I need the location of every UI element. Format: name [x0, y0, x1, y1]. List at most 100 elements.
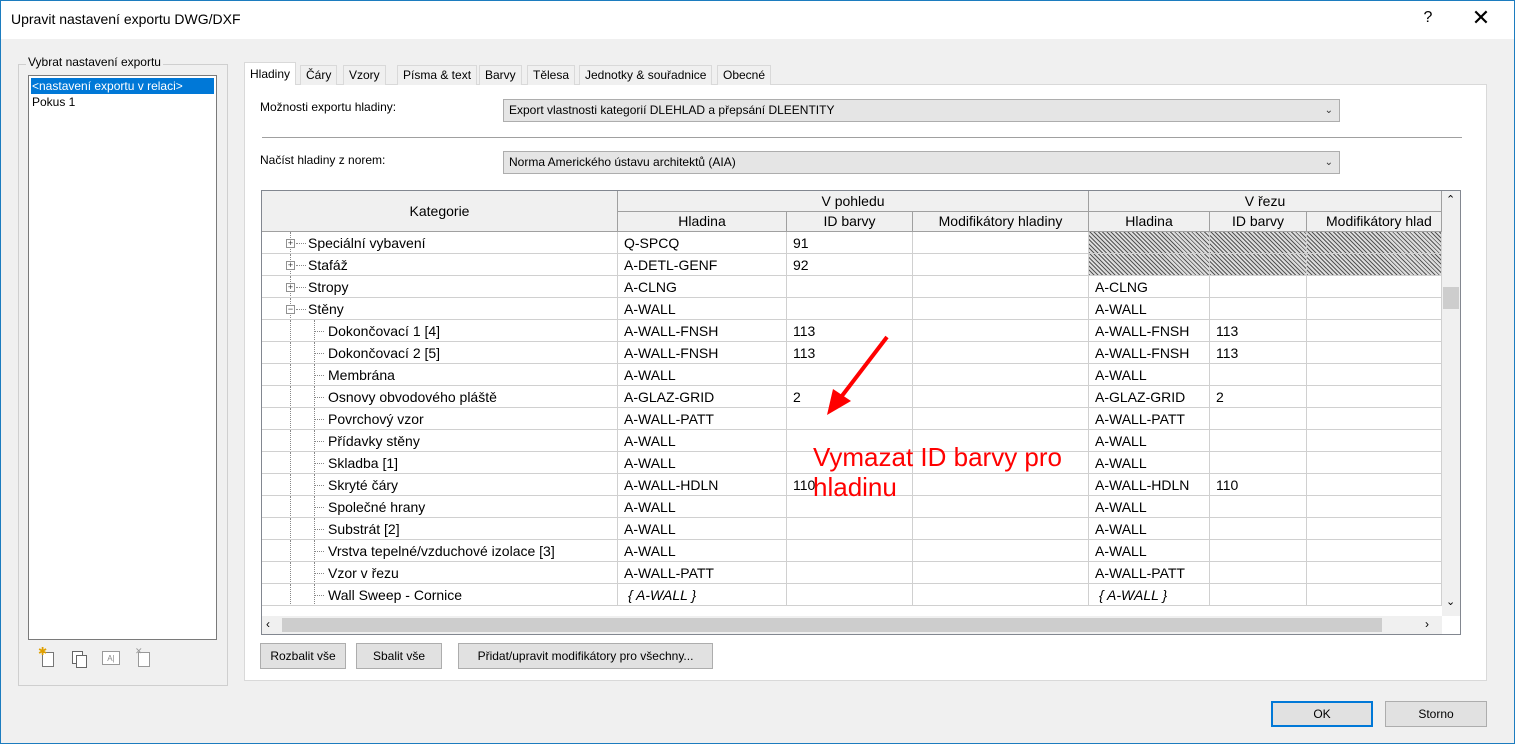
cut-modifiers-cell[interactable]	[1307, 298, 1442, 320]
cut-modifiers-cell[interactable]	[1307, 518, 1442, 540]
cut-color-id-cell[interactable]: 110	[1210, 474, 1307, 496]
cut-layer-cell[interactable]	[1089, 232, 1210, 254]
tab-general[interactable]: Obecné	[717, 65, 772, 85]
load-layers-select[interactable]: Norma Amerického ústavu architektů (AIA)…	[503, 151, 1340, 174]
view-modifiers-cell[interactable]	[913, 562, 1089, 584]
cut-modifiers-cell[interactable]	[1307, 232, 1442, 254]
cut-modifiers-cell[interactable]	[1307, 562, 1442, 584]
cut-layer-cell[interactable]: A-WALL	[1089, 364, 1210, 386]
scroll-right-icon[interactable]: ›	[1425, 617, 1429, 631]
close-icon[interactable]: ✕	[1471, 5, 1491, 31]
table-row[interactable]: Vzor v řezu A-WALL-PATT A-WALL-PATT	[262, 562, 1442, 584]
cut-layer-cell[interactable]: A-WALL-FNSH	[1089, 342, 1210, 364]
header-cut-color-id[interactable]: ID barvy	[1210, 212, 1307, 232]
cut-layer-cell[interactable]: A-WALL	[1089, 540, 1210, 562]
table-row[interactable]: + Stafáž A-DETL-GENF 92	[262, 254, 1442, 276]
view-modifiers-cell[interactable]	[913, 386, 1089, 408]
expand-icon[interactable]: +	[286, 283, 295, 292]
cut-modifiers-cell[interactable]	[1307, 452, 1442, 474]
header-cut-layer[interactable]: Hladina	[1089, 212, 1210, 232]
help-icon[interactable]: ?	[1421, 9, 1435, 27]
cut-modifiers-cell[interactable]	[1307, 584, 1442, 606]
table-row[interactable]: + Stropy A-CLNG A-CLNG	[262, 276, 1442, 298]
cut-modifiers-cell[interactable]	[1307, 496, 1442, 518]
view-layer-cell[interactable]: A-WALL	[618, 452, 787, 474]
view-layer-cell[interactable]: A-CLNG	[618, 276, 787, 298]
view-layer-cell[interactable]: A-WALL	[618, 430, 787, 452]
cut-layer-cell[interactable]: A-WALL-FNSH	[1089, 320, 1210, 342]
table-row[interactable]: − Stěny A-WALL A-WALL	[262, 298, 1442, 320]
cut-color-id-cell[interactable]	[1210, 540, 1307, 562]
view-color-id-cell[interactable]	[787, 518, 913, 540]
cut-color-id-cell[interactable]	[1210, 562, 1307, 584]
list-item[interactable]: Pokus 1	[29, 94, 216, 110]
cut-color-id-cell[interactable]: 113	[1210, 320, 1307, 342]
cut-modifiers-cell[interactable]	[1307, 254, 1442, 276]
tab-fonts-text[interactable]: Písma & text	[397, 65, 478, 85]
header-view-color-id[interactable]: ID barvy	[787, 212, 913, 232]
modifiers-all-button[interactable]: Přidat/upravit modifikátory pro všechny.…	[458, 643, 713, 669]
cut-layer-cell[interactable]: A-CLNG	[1089, 276, 1210, 298]
cut-modifiers-cell[interactable]	[1307, 474, 1442, 496]
cancel-button[interactable]: Storno	[1385, 701, 1487, 727]
cut-color-id-cell[interactable]: 2	[1210, 386, 1307, 408]
ok-button[interactable]: OK	[1271, 701, 1373, 727]
view-modifiers-cell[interactable]	[913, 408, 1089, 430]
layer-options-select[interactable]: Export vlastnosti kategorií DLEHLAD a př…	[503, 99, 1340, 122]
cut-color-id-cell[interactable]	[1210, 518, 1307, 540]
view-layer-cell[interactable]: A-WALL-PATT	[618, 408, 787, 430]
view-color-id-cell[interactable]: 91	[787, 232, 913, 254]
cut-modifiers-cell[interactable]	[1307, 408, 1442, 430]
tab-layers[interactable]: Hladiny	[244, 62, 297, 85]
rename-setup-icon[interactable]: A|	[102, 651, 120, 665]
cut-color-id-cell[interactable]	[1210, 254, 1307, 276]
header-view-modifiers[interactable]: Modifikátory hladiny	[913, 212, 1089, 232]
cut-color-id-cell[interactable]: 113	[1210, 342, 1307, 364]
collapse-all-button[interactable]: Sbalit vše	[356, 643, 442, 669]
expand-all-button[interactable]: Rozbalit vše	[260, 643, 346, 669]
horizontal-scrollbar[interactable]: ‹ ›	[262, 616, 1442, 634]
view-color-id-cell[interactable]	[787, 540, 913, 562]
cut-layer-cell[interactable]: A-WALL-PATT	[1089, 562, 1210, 584]
expand-icon[interactable]: +	[286, 239, 295, 248]
list-item[interactable]: <nastavení exportu v relaci>	[31, 78, 214, 94]
cut-modifiers-cell[interactable]	[1307, 364, 1442, 386]
cut-color-id-cell[interactable]	[1210, 430, 1307, 452]
cut-color-id-cell[interactable]	[1210, 496, 1307, 518]
view-modifiers-cell[interactable]	[913, 232, 1089, 254]
view-modifiers-cell[interactable]	[913, 584, 1089, 606]
view-layer-cell[interactable]: A-WALL-FNSH	[618, 320, 787, 342]
view-color-id-cell[interactable]	[787, 298, 913, 320]
view-modifiers-cell[interactable]	[913, 254, 1089, 276]
cut-color-id-cell[interactable]	[1210, 232, 1307, 254]
cut-layer-cell[interactable]: A-WALL	[1089, 298, 1210, 320]
view-modifiers-cell[interactable]	[913, 320, 1089, 342]
cut-layer-cell[interactable]	[1089, 254, 1210, 276]
duplicate-setup-icon[interactable]	[70, 649, 88, 668]
view-layer-cell[interactable]: A-WALL-HDLN	[618, 474, 787, 496]
cut-modifiers-cell[interactable]	[1307, 320, 1442, 342]
header-cut-modifiers[interactable]: Modifikátory hlad	[1307, 212, 1442, 232]
header-view-layer[interactable]: Hladina	[618, 212, 787, 232]
cut-color-id-cell[interactable]	[1210, 298, 1307, 320]
tab-solids[interactable]: Tělesa	[527, 65, 576, 85]
collapse-icon[interactable]: −	[286, 305, 295, 314]
cut-color-id-cell[interactable]	[1210, 452, 1307, 474]
table-row[interactable]: Wall Sweep - Cornice { A-WALL } { A-WALL }	[262, 584, 1442, 606]
view-layer-cell[interactable]: Q-SPCQ	[618, 232, 787, 254]
view-color-id-cell[interactable]	[787, 276, 913, 298]
view-layer-cell[interactable]: A-WALL	[618, 496, 787, 518]
cut-modifiers-cell[interactable]	[1307, 430, 1442, 452]
view-layer-cell[interactable]: A-GLAZ-GRID	[618, 386, 787, 408]
vertical-scrollbar[interactable]: ⌃ ⌄	[1442, 191, 1460, 616]
cut-layer-cell[interactable]: { A-WALL }	[1089, 584, 1210, 606]
table-row[interactable]	[262, 606, 1442, 612]
tab-patterns[interactable]: Vzory	[343, 65, 386, 85]
scrollbar-thumb[interactable]	[282, 618, 1382, 632]
view-layer-cell[interactable]: A-DETL-GENF	[618, 254, 787, 276]
cut-color-id-cell[interactable]	[1210, 408, 1307, 430]
view-modifiers-cell[interactable]	[913, 540, 1089, 562]
cut-modifiers-cell[interactable]	[1307, 540, 1442, 562]
tab-units-coordinates[interactable]: Jednotky & souřadnice	[579, 65, 713, 85]
view-modifiers-cell[interactable]	[913, 276, 1089, 298]
